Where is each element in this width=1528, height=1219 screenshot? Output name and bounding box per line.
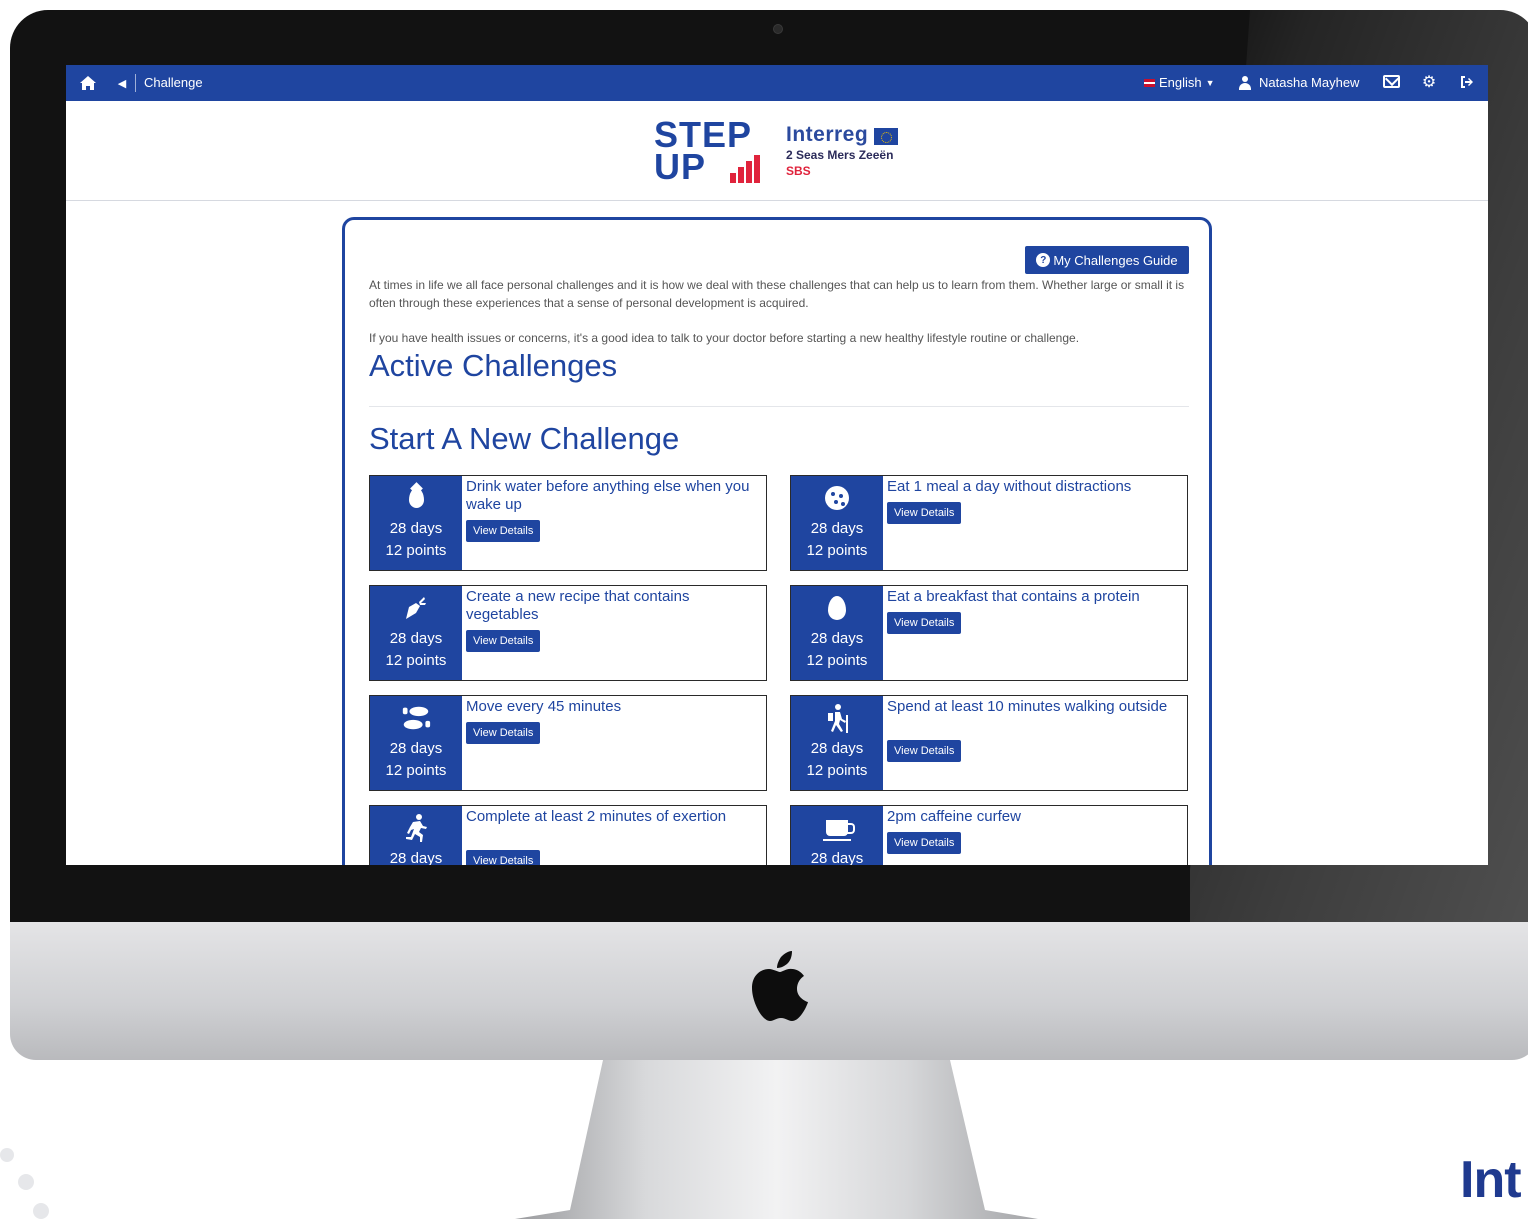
uk-flag-icon bbox=[1144, 78, 1155, 87]
challenge-days: 28 days bbox=[810, 630, 864, 647]
intro-text: At times in life we all face personal ch… bbox=[369, 278, 1185, 310]
challenge-badge: 28 days 12 points bbox=[370, 586, 462, 680]
view-details-button[interactable]: View Details bbox=[466, 520, 541, 542]
challenge-title: Eat 1 meal a day without distractions bbox=[887, 478, 1132, 495]
interreg-region: 2 Seas Mers Zeeën bbox=[786, 148, 894, 162]
challenge-points: 12 points bbox=[385, 762, 447, 779]
camera-dot bbox=[773, 24, 783, 34]
challenge-points: 12 points bbox=[806, 652, 868, 669]
active-challenges-heading: Active Challenges bbox=[369, 348, 618, 383]
carrot-icon bbox=[400, 594, 432, 622]
language-selector[interactable]: English ▼ bbox=[1144, 75, 1215, 90]
view-details-button[interactable]: View Details bbox=[887, 612, 962, 634]
challenge-title: Create a new recipe that contains vegeta… bbox=[466, 588, 690, 623]
challenge-badge: 28 days 12 points bbox=[791, 586, 883, 680]
monitor-stand bbox=[515, 1060, 1038, 1219]
disclaimer-text: If you have health issues or concerns, i… bbox=[369, 331, 1080, 345]
challenge-card[interactable]: 28 days 12 points Eat 1 meal a day witho… bbox=[790, 475, 1188, 571]
challenge-days: 28 days bbox=[389, 740, 443, 757]
challenge-card[interactable]: 28 days 12 points Create a new recipe th… bbox=[369, 585, 767, 681]
apple-logo-icon bbox=[752, 951, 808, 1021]
view-details-button[interactable]: View Details bbox=[466, 630, 541, 652]
view-details-button[interactable]: View Details bbox=[466, 722, 541, 744]
challenge-badge: 28 days 12 points bbox=[370, 476, 462, 570]
challenge-title: Eat a breakfast that contains a protein bbox=[887, 588, 1140, 605]
challenge-days: 28 days bbox=[389, 520, 443, 537]
challenges-card: ? My Challenges Guide At times in life w… bbox=[342, 217, 1212, 865]
hiking-icon bbox=[821, 704, 853, 733]
chevron-down-icon: ▼ bbox=[1205, 77, 1215, 88]
challenge-title: Complete at least 2 minutes of exertion bbox=[466, 808, 727, 825]
challenge-card[interactable]: 28 days 12 points Drink water before any… bbox=[369, 475, 767, 571]
egg-icon bbox=[821, 594, 853, 622]
challenges-guide-button[interactable]: ? My Challenges Guide bbox=[1025, 246, 1189, 274]
interreg-logo: Interreg 2 Seas Mers Zeeën SBS bbox=[786, 123, 899, 178]
language-label: English bbox=[1159, 75, 1202, 90]
bar-chart-logo-icon bbox=[730, 155, 760, 183]
challenge-points: 12 points bbox=[385, 652, 447, 669]
challenge-card[interactable]: 28 days Complete at least 2 minutes of e… bbox=[369, 805, 767, 865]
top-navbar: ◀ Challenge English ▼ Natasha Mayhew ⚙ bbox=[66, 65, 1488, 101]
challenge-card[interactable]: 28 days 12 points Eat a breakfast that c… bbox=[790, 585, 1188, 681]
back-caret-icon[interactable]: ◀ bbox=[116, 74, 128, 92]
challenge-days: 28 days bbox=[810, 740, 864, 757]
user-menu[interactable]: Natasha Mayhew bbox=[1238, 75, 1359, 90]
app-screen: ◀ Challenge English ▼ Natasha Mayhew ⚙ S… bbox=[66, 65, 1488, 865]
challenge-days: 28 days bbox=[810, 520, 864, 537]
breadcrumb[interactable]: Challenge bbox=[144, 75, 203, 90]
envelope-icon[interactable] bbox=[1383, 75, 1400, 88]
interreg-project: SBS bbox=[786, 164, 811, 178]
challenge-title: 2pm caffeine curfew bbox=[887, 808, 1021, 825]
section-divider bbox=[369, 406, 1189, 407]
home-icon[interactable] bbox=[78, 73, 98, 93]
challenge-points: 12 points bbox=[806, 762, 868, 779]
corner-brand-text: Int bbox=[1460, 1151, 1522, 1209]
running-icon bbox=[400, 814, 432, 842]
view-details-button[interactable]: View Details bbox=[466, 850, 541, 865]
challenge-card[interactable]: 28 days 2pm caffeine curfew View Details bbox=[790, 805, 1188, 865]
challenge-points: 12 points bbox=[806, 542, 868, 559]
brand-header: STEP UP Interreg 2 Seas Mers Zeeën SBS bbox=[66, 101, 1488, 201]
challenge-title: Move every 45 minutes bbox=[466, 698, 622, 715]
challenge-card[interactable]: 28 days 12 points Spend at least 10 minu… bbox=[790, 695, 1188, 791]
challenge-badge: 28 days 12 points bbox=[791, 476, 883, 570]
user-icon bbox=[1238, 75, 1252, 90]
challenge-badge: 28 days 12 points bbox=[370, 696, 462, 790]
view-details-button[interactable]: View Details bbox=[887, 502, 962, 524]
challenge-title: Spend at least 10 minutes walking outsid… bbox=[887, 698, 1168, 715]
coffee-cup-icon bbox=[821, 814, 855, 842]
challenge-days: 28 days bbox=[389, 850, 443, 865]
view-details-button[interactable]: View Details bbox=[887, 740, 962, 762]
challenge-badge: 28 days bbox=[370, 806, 462, 865]
challenge-badge: 28 days 12 points bbox=[791, 696, 883, 790]
challenge-badge: 28 days bbox=[791, 806, 883, 865]
water-drop-icon bbox=[400, 484, 432, 512]
view-details-button[interactable]: View Details bbox=[887, 832, 962, 854]
eu-flag-icon bbox=[874, 128, 899, 146]
guide-button-label: My Challenges Guide bbox=[1053, 252, 1178, 268]
user-name: Natasha Mayhew bbox=[1259, 75, 1360, 90]
logout-icon[interactable] bbox=[1458, 73, 1476, 91]
challenge-card[interactable]: 28 days 12 points Move every 45 minutes … bbox=[369, 695, 767, 791]
interreg-name: Interreg bbox=[786, 123, 869, 146]
question-circle-icon: ? bbox=[1036, 253, 1051, 267]
challenge-title: Drink water before anything else when yo… bbox=[466, 478, 750, 513]
challenge-days: 28 days bbox=[810, 850, 864, 865]
challenge-points: 12 points bbox=[385, 542, 447, 559]
challenge-days: 28 days bbox=[389, 630, 443, 647]
gears-icon[interactable]: ⚙ bbox=[1418, 72, 1440, 92]
shoe-prints-icon bbox=[400, 704, 432, 732]
cookie-icon bbox=[821, 484, 853, 512]
start-challenge-heading: Start A New Challenge bbox=[369, 421, 680, 456]
breadcrumb-separator bbox=[135, 74, 136, 92]
